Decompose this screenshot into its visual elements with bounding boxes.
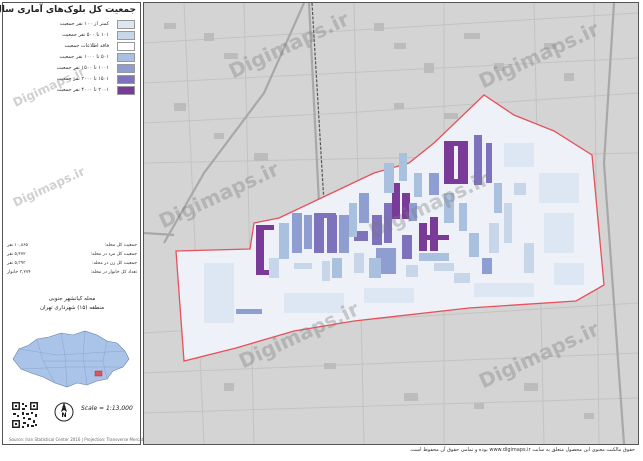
map-drawing [144, 3, 638, 444]
stat-value: ۱۰,۸۶۵ نفر [7, 243, 28, 248]
stat-row: جمعیت کل محله: ۱۰,۸۶۵ نفر [7, 241, 137, 250]
legend-label: ۲۰۰۱ تا ۴۰۰۰ نفر جمعیت [56, 87, 109, 93]
legend-label: کمتر از ۱۰۰ نفر جمعیت [59, 21, 109, 27]
legend-label: ۱۰۰۱ تا ۱۵۰۰ نفر جمعیت [56, 65, 109, 71]
district-label: محله کیانشهر جنوبی منطقه (۱۵) شهرداری ته… [7, 295, 137, 313]
legend-swatch [117, 19, 135, 29]
legend-item: ۲۰۰۱ تا ۴۰۰۰ نفر جمعیت [9, 85, 135, 95]
copyright-footer: حقوق مالکیت معنوی این محصول متعلق به سای… [409, 447, 635, 453]
north-label: N [61, 412, 66, 419]
stat-row: جمعیت کل زن در محله: ۵,۳۹۳ نفر [7, 259, 137, 268]
statistics-panel: جمعیت کل محله: ۱۰,۸۶۵ نفر جمعیت کل مرد در … [7, 241, 137, 277]
legend-label: ۵۰۱ تا ۱۰۰۰ نفر جمعیت [59, 54, 109, 60]
map-title: جمعیت کل بلوک‌های آماری سال ۱۳۹۵ [0, 5, 136, 15]
stat-row: جمعیت کل مرد در محله: ۵,۴۷۲ نفر [7, 250, 137, 259]
legend-item: ۵۰۱ تا ۱۰۰۰ نفر جمعیت [9, 52, 135, 62]
legend-swatch [117, 85, 135, 95]
legend: کمتر از ۱۰۰ نفر جمعیت ۱۰۱ تا ۵۰۰ نفر جمعی… [9, 19, 135, 96]
north-arrow-icon: N [54, 402, 74, 422]
legend-swatch [117, 74, 135, 84]
legend-swatch [117, 52, 135, 62]
stat-value: ۵,۴۷۲ نفر [7, 252, 26, 257]
map-sheet: جمعیت کل بلوک‌های آماری سال ۱۳۹۵ کمتر از… [0, 0, 643, 461]
legend-item: فاقد اطلاعات جمعیت [9, 41, 135, 51]
legend-swatch [117, 30, 135, 40]
stat-label: جمعیت کل مرد در محله: [90, 252, 137, 257]
stat-row: تعداد کل خانوار در محله: ۳,۲۷۴ خانوار [7, 268, 137, 277]
scale-label: Scale = 1:13,000 [81, 405, 133, 412]
legend-item: ۱۵۰۱ تا ۲۰۰۰ نفر جمعیت [9, 74, 135, 84]
stat-value: ۵,۳۹۳ نفر [7, 261, 26, 266]
legend-item: کمتر از ۱۰۰ نفر جمعیت [9, 19, 135, 29]
qr-code [11, 401, 39, 429]
stat-label: جمعیت کل زن در محله: [92, 261, 137, 266]
legend-label: ۱۵۰۱ تا ۲۰۰۰ نفر جمعیت [56, 76, 109, 82]
location-highlight [94, 370, 103, 377]
legend-label: ۱۰۱ تا ۵۰۰ نفر جمعیت [62, 32, 109, 38]
stat-label: تعداد کل خانوار در محله: [90, 270, 137, 275]
legend-item: ۱۰۰۱ تا ۱۵۰۰ نفر جمعیت [9, 63, 135, 73]
legend-label: فاقد اطلاعات جمعیت [64, 43, 110, 49]
legend-panel: جمعیت کل بلوک‌های آماری سال ۱۳۹۵ کمتر از… [0, 2, 147, 445]
inset-map [7, 315, 137, 395]
neighborhood-name: محله کیانشهر جنوبی [48, 296, 96, 302]
stat-value: ۳,۲۷۴ خانوار [7, 270, 31, 275]
data-credit: Source: Iran Statistical Center 2016 | P… [9, 437, 148, 442]
legend-swatch [117, 63, 135, 73]
region-name: منطقه (۱۵) شهرداری تهران [39, 305, 105, 311]
legend-swatch [117, 41, 135, 51]
map-canvas: Digimaps.ir Digimaps.ir Digimaps.ir Digi… [143, 2, 639, 445]
legend-item: ۱۰۱ تا ۵۰۰ نفر جمعیت [9, 30, 135, 40]
stat-label: جمعیت کل محله: [104, 243, 137, 248]
